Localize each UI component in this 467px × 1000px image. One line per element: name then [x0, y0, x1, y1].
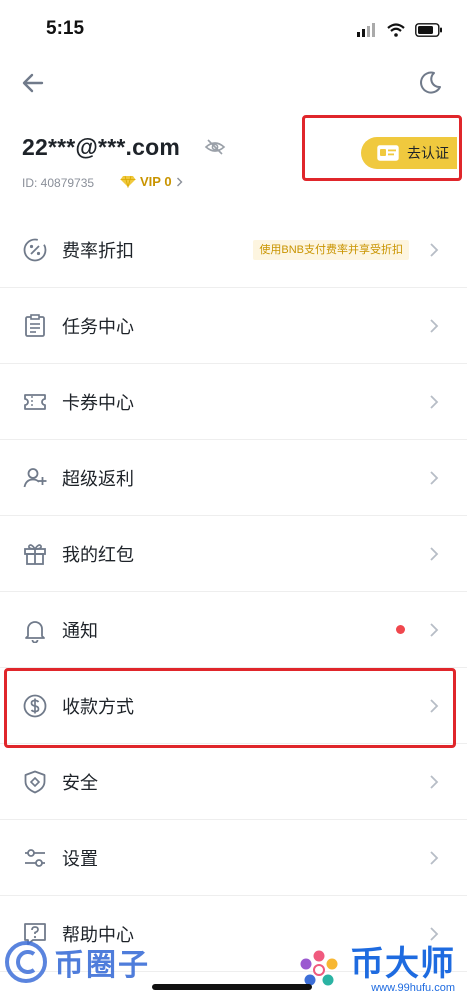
- verify-label: 去认证: [407, 145, 449, 161]
- menu-label: 卡券中心: [62, 392, 134, 413]
- menu-label: 超级返利: [62, 468, 134, 489]
- bnb-discount-badge: 使用BNB支付费率并享受折扣: [253, 239, 409, 260]
- shield-icon: [24, 770, 46, 793]
- status-time: 5:15: [46, 18, 85, 39]
- verify-button[interactable]: 去认证: [361, 137, 457, 169]
- menu-item-super-rebate[interactable]: 超级返利: [0, 440, 467, 516]
- chevron-right-icon: [430, 546, 439, 561]
- vip-level[interactable]: VIP 0: [120, 174, 183, 189]
- chevron-right-icon: [430, 850, 439, 865]
- id-card-icon: [377, 145, 399, 161]
- menu-item-task-center[interactable]: 任务中心: [0, 288, 467, 364]
- menu-list: 费率折扣 使用BNB支付费率并享受折扣 任务中心 卡券中心 超级返利 我的红包 …: [0, 212, 467, 972]
- watermark-logo-icon: [5, 941, 47, 983]
- chevron-right-icon: [430, 470, 439, 485]
- chevron-right-icon: [430, 394, 439, 409]
- watermark-left: 币圈子: [4, 940, 150, 984]
- watermark-url: www.99hufu.com: [371, 982, 455, 994]
- settings-icon: [25, 848, 45, 867]
- coupon-icon: [24, 393, 46, 410]
- menu-label: 安全: [62, 772, 98, 793]
- menu-item-red-packet[interactable]: 我的红包: [0, 516, 467, 592]
- verify-highlight: 去认证: [302, 115, 462, 181]
- menu-label: 我的红包: [62, 544, 134, 565]
- diamond-icon: [120, 175, 136, 188]
- menu-label: 任务中心: [62, 316, 134, 337]
- user-id: ID: 40879735: [22, 176, 95, 190]
- bell-icon: [25, 620, 45, 643]
- menu-item-notification[interactable]: 通知: [0, 592, 467, 668]
- status-icons: [357, 20, 443, 40]
- watermark-right-textblock: 币大师 www.99hufu.com: [350, 946, 455, 994]
- gift-icon: [24, 543, 46, 565]
- unread-dot: [396, 625, 405, 634]
- moon-icon[interactable]: [415, 68, 445, 98]
- task-center-icon: [25, 313, 45, 337]
- menu-item-fee-discount[interactable]: 费率折扣 使用BNB支付费率并享受折扣: [0, 212, 467, 288]
- menu-label: 通知: [62, 620, 98, 641]
- home-indicator: [152, 984, 312, 990]
- menu-item-coupon-center[interactable]: 卡券中心: [0, 364, 467, 440]
- chevron-right-icon: [430, 242, 439, 257]
- chevron-right-icon: [430, 622, 439, 637]
- referral-icon: [23, 467, 47, 487]
- chevron-right-icon: [176, 177, 183, 186]
- menu-label: 设置: [62, 848, 98, 869]
- account-email: 22***@***.com: [22, 134, 180, 160]
- menu-item-settings[interactable]: 设置: [0, 820, 467, 896]
- wifi-icon: [387, 23, 405, 37]
- hide-eye-icon[interactable]: [204, 138, 226, 156]
- menu-label: 费率折扣: [62, 240, 134, 261]
- nav-bar: [0, 58, 467, 108]
- vip-label: VIP 0: [140, 174, 172, 189]
- battery-icon: [415, 23, 442, 37]
- watermark-right: 币大师 www.99hufu.com: [296, 946, 455, 994]
- chevron-right-icon: [430, 926, 439, 941]
- menu-item-security[interactable]: 安全: [0, 744, 467, 820]
- back-arrow-icon[interactable]: [18, 68, 48, 98]
- chevron-right-icon: [430, 318, 439, 333]
- watermark-left-text: 币圈子: [54, 949, 150, 982]
- watermark-right-text: 币大师: [350, 945, 455, 983]
- payment-methods-highlight: [4, 668, 456, 748]
- status-bar: 5:15: [0, 0, 467, 58]
- signal-icon: [357, 23, 375, 37]
- chevron-right-icon: [430, 774, 439, 789]
- fee-discount-icon: [23, 238, 47, 261]
